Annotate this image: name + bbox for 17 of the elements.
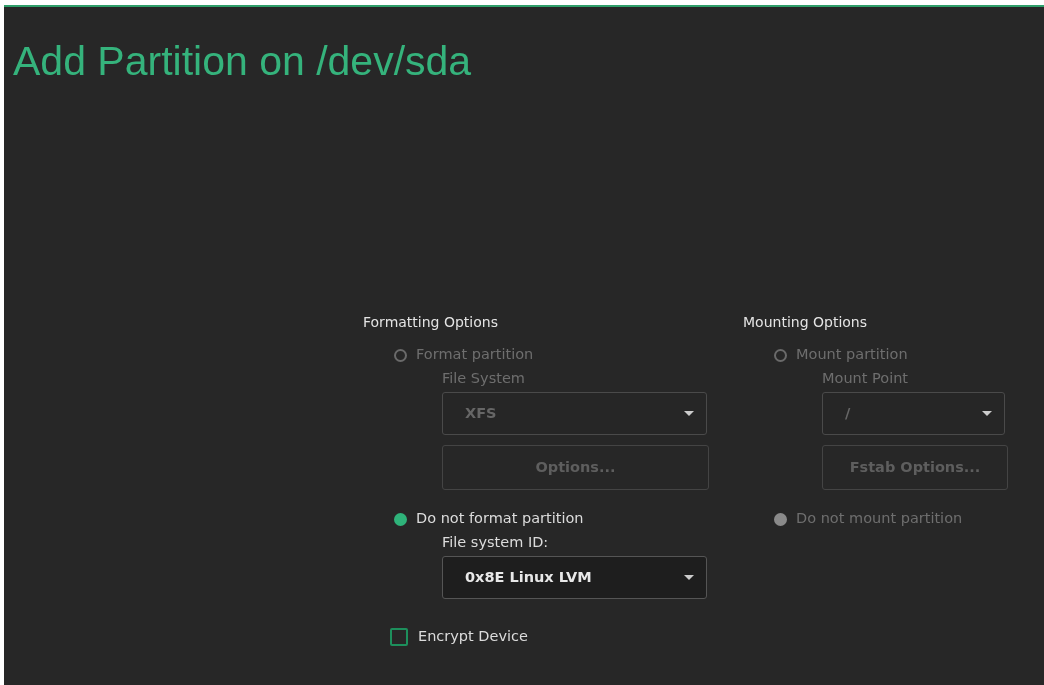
radio-label: Do not mount partition bbox=[796, 509, 963, 529]
radio-label: Format partition bbox=[416, 345, 534, 365]
section-heading: Mounting Options bbox=[743, 313, 867, 333]
dropdown[interactable]: 0x8E Linux LVM bbox=[442, 556, 707, 600]
checkbox[interactable] bbox=[390, 628, 408, 647]
section-heading: Formatting Options bbox=[363, 313, 498, 333]
radio-label: Mount partition bbox=[796, 345, 908, 365]
caret-icon bbox=[684, 411, 694, 417]
field-label: Mount Point bbox=[822, 369, 909, 389]
caret-icon bbox=[684, 575, 694, 581]
checkbox-label: Encrypt Device bbox=[418, 627, 528, 647]
caret-icon bbox=[982, 411, 992, 417]
radio-button[interactable] bbox=[394, 512, 407, 526]
radio-label: Do not format partition bbox=[416, 509, 584, 529]
field-label: File system ID: bbox=[442, 533, 549, 553]
dialog-title: Add Partition on /dev/sda bbox=[12, 37, 472, 86]
field-label: File System bbox=[442, 369, 525, 389]
